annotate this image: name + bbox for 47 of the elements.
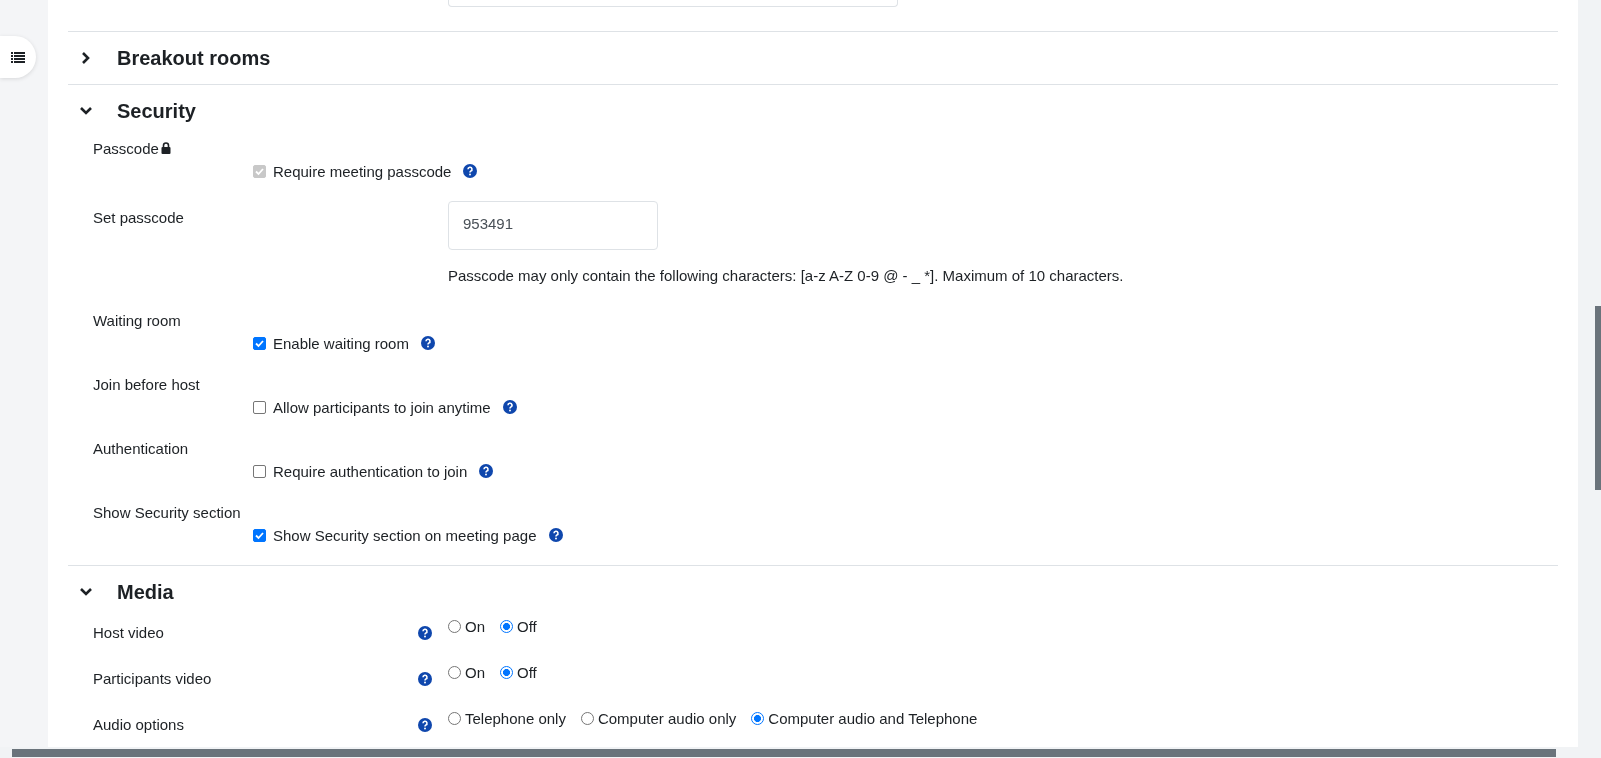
section-title: Security	[117, 99, 196, 123]
radio-button[interactable]	[448, 620, 461, 633]
radio-button[interactable]	[500, 666, 513, 679]
radio-label: Computer audio only	[597, 710, 737, 727]
radio-button[interactable]	[500, 620, 513, 633]
radio-button[interactable]	[448, 712, 461, 725]
field-label: Set passcode	[93, 208, 185, 226]
field-label: Authentication	[93, 439, 189, 457]
checkbox[interactable]	[253, 400, 266, 414]
radio-button[interactable]	[751, 712, 765, 725]
checkbox-label: Allow participants to join anytime	[273, 398, 491, 416]
field-label: Participants video	[93, 669, 213, 687]
radio-label: Computer audio and Telephone	[768, 710, 978, 727]
field-label: Passcode	[93, 139, 159, 157]
radio-button[interactable]	[448, 666, 461, 679]
checkbox-label: Show Security section on meeting page	[273, 526, 537, 544]
checkbox[interactable]	[253, 336, 266, 350]
checkbox-label: Enable waiting room	[273, 334, 409, 352]
field-label: Show Security section	[93, 503, 241, 521]
help-icon[interactable]	[502, 400, 517, 414]
help-icon[interactable]	[479, 464, 494, 478]
checkbox-label: Require meeting passcode	[273, 162, 452, 180]
radio-label: On	[465, 618, 485, 635]
help-icon[interactable]	[418, 672, 432, 686]
passcode-field[interactable]: 953491	[448, 201, 658, 250]
help-icon[interactable]	[548, 528, 563, 542]
field-label: Audio options	[93, 715, 185, 733]
help-icon[interactable]	[420, 336, 435, 350]
checkbox[interactable]	[253, 464, 266, 478]
help-icon[interactable]	[418, 626, 432, 640]
field-label: Waiting room	[93, 311, 181, 329]
field-label: Host video	[93, 623, 165, 641]
radio-label: Off	[517, 664, 537, 681]
radio-label: Off	[517, 618, 537, 635]
field-label: Join before host	[93, 375, 200, 393]
section-title: Breakout rooms	[117, 46, 271, 70]
radio-label: Telephone only	[465, 710, 566, 727]
checkbox[interactable]	[253, 528, 266, 542]
drawer-toggle-button[interactable]	[0, 36, 36, 78]
help-icon[interactable]	[418, 718, 432, 732]
list-icon	[11, 51, 25, 63]
radio-label: On	[465, 664, 485, 681]
section-title: Media	[117, 580, 174, 604]
help-text: Passcode may only contain the following characters: [a-z A-Z 0-9 @ - _ *]. Maximum of 10 characters.	[447, 267, 1125, 286]
radio-button[interactable]	[580, 712, 594, 725]
input-field[interactable]	[448, 0, 898, 7]
checkbox-label: Require authentication to join	[273, 462, 468, 480]
